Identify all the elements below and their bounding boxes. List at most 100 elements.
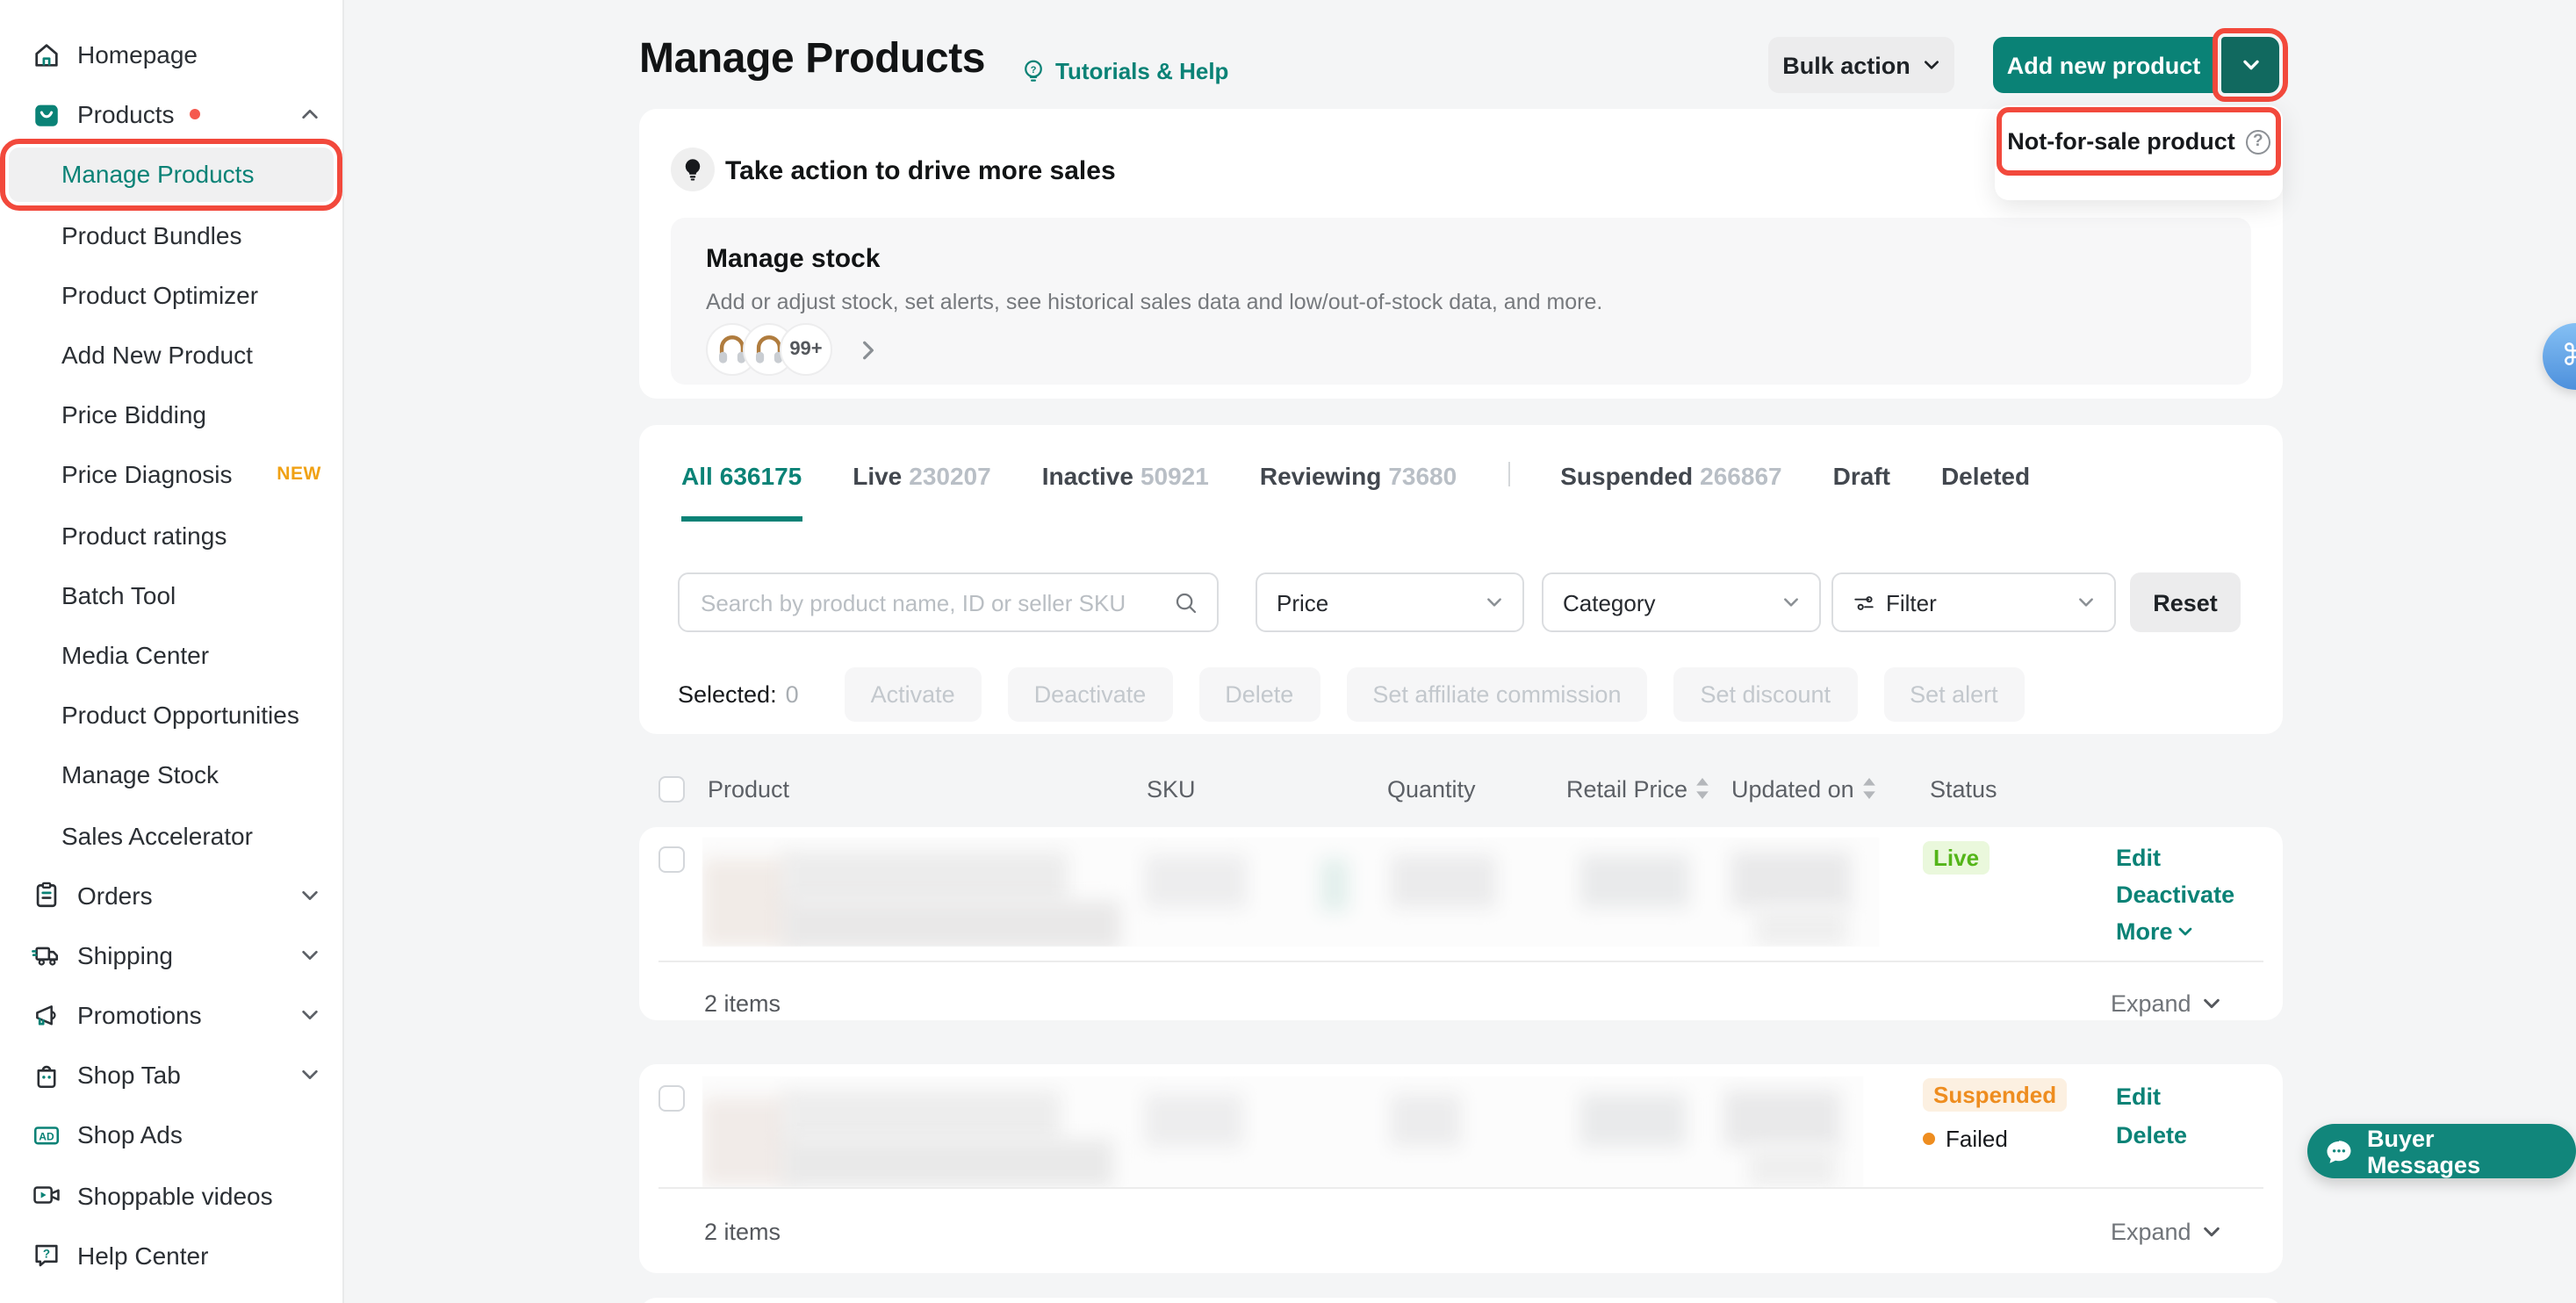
manage-stock-card[interactable]: Manage stock Add or adjust stock, set al… [671, 218, 2251, 385]
deactivate-button[interactable]: Deactivate [1008, 667, 1173, 722]
status-badge-live: Live [1923, 841, 1990, 875]
deactivate-link[interactable]: Deactivate [2116, 882, 2234, 908]
lightbulb-icon [671, 148, 715, 191]
add-product-split-chevron-button[interactable] [2221, 37, 2279, 93]
sidebar-item-batch-tool[interactable]: Batch Tool [0, 565, 342, 624]
sidebar-item-orders[interactable]: Orders [0, 865, 342, 925]
product-avatars: 99+ [706, 323, 880, 376]
column-retail-price[interactable]: Retail Price [1566, 775, 1731, 802]
chevron-down-icon [2202, 1222, 2221, 1242]
row-divider [658, 1187, 2263, 1189]
price-select[interactable]: Price [1256, 572, 1524, 632]
sidebar-item-price-bidding[interactable]: Price Bidding [0, 385, 342, 444]
svg-text:?: ? [43, 1248, 50, 1261]
table-header: Product SKU Quantity Retail Price Update… [639, 759, 2283, 818]
command-shortcut-widget[interactable]: ⌘ [2543, 323, 2576, 390]
sidebar-item-product-optimizer[interactable]: Product Optimizer [0, 265, 342, 325]
stock-card-title: Manage stock [706, 244, 880, 274]
bulk-selection-bar: Selected: 0 Activate Deactivate Delete S… [678, 667, 2025, 722]
row-checkbox[interactable] [658, 846, 685, 873]
filter-select[interactable]: Filter [1831, 572, 2116, 632]
delete-link[interactable]: Delete [2116, 1122, 2187, 1148]
more-link[interactable]: More [2116, 918, 2194, 945]
sidebar-item-sales-accelerator[interactable]: Sales Accelerator [0, 805, 342, 865]
tab-inactive[interactable]: Inactive50921 [1042, 425, 1209, 522]
column-sku: SKU [1147, 775, 1387, 802]
activate-button[interactable]: Activate [845, 667, 982, 722]
blurred-product-data [702, 1076, 1863, 1187]
shop-ads-icon: AD [32, 1120, 61, 1150]
chevron-down-icon [1486, 594, 1503, 611]
menu-item-not-for-sale-product[interactable]: Not-for-sale product ? [2000, 111, 2277, 172]
sidebar-item-add-new-product[interactable]: Add New Product [0, 325, 342, 385]
expand-toggle[interactable]: Expand [2111, 1219, 2221, 1245]
sort-icon [1861, 778, 1877, 799]
sidebar-item-shipping[interactable]: Shipping [0, 925, 342, 985]
chevron-down-icon [2178, 924, 2194, 939]
sidebar-item-price-diagnosis[interactable]: Price Diagnosis NEW [0, 445, 342, 505]
search-input[interactable] [697, 587, 1173, 617]
shipping-truck-icon [32, 940, 61, 970]
column-updated-on[interactable]: Updated on [1731, 775, 1930, 802]
bulk-action-button[interactable]: Bulk action [1768, 37, 1954, 93]
page-title: Manage Products [639, 35, 985, 84]
selected-label: Selected: [678, 681, 777, 708]
orders-icon [32, 880, 61, 910]
product-row-group [639, 1298, 2283, 1303]
sub-status-failed: Failed [1923, 1126, 2008, 1152]
items-count: 2 items [704, 990, 781, 1017]
sidebar-item-help-center[interactable]: ? Help Center [0, 1226, 342, 1285]
reset-button[interactable]: Reset [2130, 572, 2241, 632]
add-new-product-button[interactable]: Add new product [1993, 37, 2214, 93]
tab-live[interactable]: Live230207 [853, 425, 990, 522]
column-quantity: Quantity [1387, 775, 1566, 802]
set-affiliate-commission-button[interactable]: Set affiliate commission [1346, 667, 1647, 722]
app-viewport: Homepage Products Manage Products Produc… [0, 0, 2576, 1303]
home-icon [32, 40, 61, 69]
filter-sliders-icon [1853, 591, 1875, 614]
failed-dot-icon [1923, 1133, 1935, 1145]
sidebar-item-shop-tab[interactable]: Shop Tab [0, 1045, 342, 1105]
tab-suspended[interactable]: Suspended266867 [1560, 425, 1781, 522]
chat-bubble-icon [2323, 1135, 2355, 1167]
set-discount-button[interactable]: Set discount [1673, 667, 1857, 722]
sidebar-item-manage-stock[interactable]: Manage Stock [0, 745, 342, 805]
edit-link[interactable]: Edit [2116, 1083, 2161, 1110]
svg-text:AD: AD [39, 1131, 54, 1143]
avatar-overflow-badge: 99+ [780, 323, 832, 376]
tutorials-help-link[interactable]: ? Tutorials & Help [1020, 58, 1228, 84]
expand-toggle[interactable]: Expand [2111, 990, 2221, 1017]
stock-card-description: Add or adjust stock, set alerts, see his… [706, 290, 1602, 314]
set-alert-button[interactable]: Set alert [1883, 667, 2025, 722]
sidebar-item-products[interactable]: Products [0, 84, 342, 144]
search-box [678, 572, 1219, 632]
sidebar-item-homepage[interactable]: Homepage [0, 25, 342, 84]
chevron-down-icon [2240, 54, 2261, 76]
category-select[interactable]: Category [1542, 572, 1821, 632]
tab-draft[interactable]: Draft [1833, 425, 1890, 522]
sidebar-item-manage-products[interactable]: Manage Products [9, 148, 334, 201]
chevron-down-icon [300, 1066, 320, 1085]
row-checkbox[interactable] [658, 1085, 685, 1112]
sidebar-item-product-opportunities[interactable]: Product Opportunities [0, 685, 342, 745]
sidebar-item-label: Manage Products [61, 161, 254, 189]
tab-deleted[interactable]: Deleted [1941, 425, 2030, 522]
column-status: Status [1930, 775, 2116, 802]
sidebar-item-product-bundles[interactable]: Product Bundles [0, 205, 342, 264]
sidebar-item-product-ratings[interactable]: Product ratings [0, 505, 342, 565]
sidebar-item-label: Homepage [77, 40, 198, 68]
edit-link[interactable]: Edit [2116, 845, 2161, 871]
sidebar-item-shop-ads[interactable]: AD Shop Ads [0, 1105, 342, 1165]
select-all-checkbox[interactable] [658, 775, 685, 802]
search-icon[interactable] [1173, 589, 1199, 616]
chevron-up-icon [300, 105, 320, 125]
buyer-messages-button[interactable]: Buyer Messages [2307, 1124, 2576, 1178]
sidebar-item-media-center[interactable]: Media Center [0, 625, 342, 685]
chevron-right-icon[interactable] [857, 338, 880, 361]
svg-text:?: ? [1031, 65, 1037, 76]
tab-all[interactable]: All636175 [681, 425, 802, 522]
delete-button[interactable]: Delete [1198, 667, 1320, 722]
tab-reviewing[interactable]: Reviewing73680 [1260, 425, 1457, 522]
sidebar-item-promotions[interactable]: Promotions [0, 985, 342, 1045]
sidebar-item-shoppable-videos[interactable]: Shoppable videos [0, 1165, 342, 1225]
